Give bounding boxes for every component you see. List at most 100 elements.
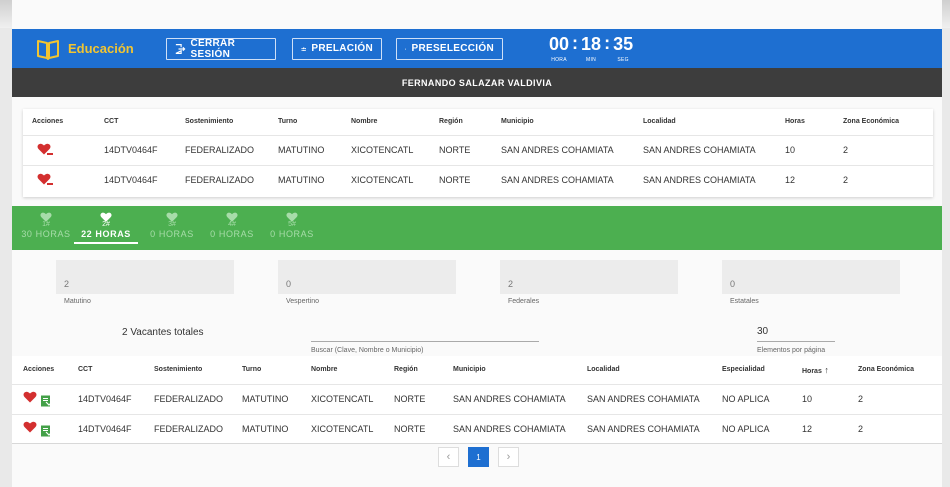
table-cell: 14DTV0464F <box>78 383 154 414</box>
table-cell: FEDERALIZADO <box>185 164 278 195</box>
per-page-field[interactable]: 30 Elementos por página <box>757 326 835 354</box>
bell-icon <box>405 47 407 50</box>
remove-favorite-icon[interactable] <box>37 173 53 186</box>
table-row: 14DTV0464F FEDERALIZADO MATUTINO XICOTENCAT… <box>23 164 933 195</box>
document-icon[interactable] <box>40 395 52 407</box>
table-cell <box>23 134 104 165</box>
table-cell: 14DTV0464F <box>104 134 185 165</box>
user-name: FERNANDO SALAZAR VALDIVIA <box>401 77 553 88</box>
stat-value: 0 <box>722 260 900 294</box>
stat-label: Estatales <box>730 298 759 305</box>
prelacion-button[interactable]: PRELACIÓN <box>292 37 382 60</box>
table-cell: FEDERALIZADO <box>154 413 242 444</box>
sort-ascending-icon: ↑ <box>821 364 829 375</box>
session-timer: 00 HORA : 18 MIN : 35 SEG <box>549 32 633 63</box>
table-cell: MATUTINO <box>278 164 351 195</box>
preseleccion-label: PRESELECCIÓN <box>411 43 494 54</box>
table-cell: NORTE <box>439 134 501 165</box>
tab-option-3[interactable]: 3# 0 HORAS <box>144 209 200 239</box>
column-header: Especialidad <box>722 356 802 384</box>
column-header-label: Municipio <box>453 366 486 374</box>
table-cell: SAN ANDRES COHAMIATA <box>587 413 722 444</box>
brand-logo[interactable]: Educación <box>36 38 166 60</box>
stat-value: 0 <box>278 260 456 294</box>
favorite-heart-icon[interactable] <box>23 421 37 433</box>
column-header: Acciones <box>32 118 64 126</box>
search-label: Buscar (Clave, Nombre o Municipio) <box>311 347 424 354</box>
logout-button[interactable]: CERRAR SESIÓN <box>166 37 276 60</box>
per-page-label: Elementos por página <box>757 347 826 354</box>
column-header: Turno <box>242 356 311 384</box>
stat-card: 2 Federales <box>500 260 678 305</box>
table-row: 14DTV0464F FEDERALIZADO MATUTINO XICOTENCAT… <box>12 383 942 414</box>
pagination: ‹ 1 › <box>438 447 519 467</box>
table-cell: MATUTINO <box>242 413 311 444</box>
table-cell <box>12 383 78 414</box>
preseleccion-button[interactable]: PRESELECCIÓN <box>396 37 503 60</box>
table-cell: 10 <box>802 383 858 414</box>
page-1-button[interactable]: 1 <box>468 447 489 467</box>
table-row: 14DTV0464F FEDERALIZADO MATUTINO XICOTENCAT… <box>12 413 942 444</box>
column-header: Zona Económica <box>843 118 900 126</box>
column-header: Zona Económica <box>858 356 942 384</box>
table-cell: 14DTV0464F <box>104 164 185 195</box>
table-cell: 2 <box>843 134 933 165</box>
column-header: Región <box>394 356 453 384</box>
table-row: 14DTV0464F FEDERALIZADO MATUTINO XICOTENCAT… <box>23 134 933 165</box>
table-cell: SAN ANDRES COHAMIATA <box>643 164 785 195</box>
search-field[interactable]: Buscar (Clave, Nombre o Municipio) <box>311 326 539 354</box>
table-cell: SAN ANDRES COHAMIATA <box>453 413 587 444</box>
column-header: Municipio <box>501 118 534 126</box>
timer-colon: : <box>572 32 579 53</box>
selected-schools-table: Acciones CCT Sostenimiento Turno Nombre Regió… <box>23 109 933 195</box>
tab-hours: 22 HORAS <box>81 229 131 239</box>
column-header-label: Nombre <box>311 366 338 374</box>
column-header-label: Región <box>394 366 418 374</box>
group-icon <box>301 46 307 51</box>
document-icon[interactable] <box>40 425 52 437</box>
timer-hours: 00 HORA <box>549 33 570 63</box>
tab-option-1[interactable]: 1# 30 HORAS <box>18 209 74 239</box>
heart-icon <box>100 209 112 222</box>
tab-option-2[interactable]: 2# 22 HORAS <box>74 209 138 244</box>
column-header[interactable]: Horas ↑ <box>802 356 858 384</box>
column-header: Nombre <box>311 356 394 384</box>
timer-hours-unit: HORA <box>551 56 567 63</box>
vacancies-card: Acciones CCT Sostenimiento Turno Nombre Regió… <box>12 356 942 444</box>
column-header-label: Horas <box>802 367 822 375</box>
brand-name: Educación <box>68 41 134 56</box>
column-header: CCT <box>104 118 119 126</box>
prev-page-button[interactable]: ‹ <box>438 447 459 467</box>
column-header-label: Zona Económica <box>858 366 915 374</box>
timer-minutes-unit: MIN <box>586 56 597 63</box>
heart-icon <box>166 209 178 222</box>
table-cell: 2 <box>858 413 942 444</box>
column-header-label: Turno <box>242 366 262 374</box>
column-header: Acciones <box>12 356 78 384</box>
tab-option-4[interactable]: 4# 0 HORAS <box>204 209 260 239</box>
stat-card: 0 Estatales <box>722 260 900 305</box>
search-input[interactable] <box>311 326 539 342</box>
column-header: CCT <box>78 356 154 384</box>
table-cell: 12 <box>802 413 858 444</box>
remove-favorite-icon[interactable] <box>37 143 53 155</box>
table-cell: 12 <box>785 164 843 195</box>
table-cell: FEDERALIZADO <box>154 383 242 414</box>
favorite-heart-icon[interactable] <box>23 391 37 403</box>
table-cell: 2 <box>858 383 942 414</box>
table-cell <box>23 164 104 195</box>
timer-seconds: 35 SEG <box>613 34 633 63</box>
per-page-input[interactable]: 30 <box>757 326 835 342</box>
column-header: Localidad <box>643 118 676 126</box>
total-vacancies: 2 Vacantes totales <box>122 327 204 338</box>
timer-hours-value: 00 <box>549 33 570 54</box>
table-cell: NO APLICA <box>722 383 802 414</box>
column-header-label: Localidad <box>587 366 620 374</box>
next-page-button[interactable]: › <box>498 447 519 467</box>
tab-hours: 0 HORAS <box>270 229 314 239</box>
tab-number: 5# <box>288 221 296 228</box>
tab-hours: 0 HORAS <box>150 229 194 239</box>
table-cell: XICOTENCATL <box>351 164 439 195</box>
table-cell: MATUTINO <box>242 383 311 414</box>
tab-option-5[interactable]: 5# 0 HORAS <box>264 209 320 239</box>
